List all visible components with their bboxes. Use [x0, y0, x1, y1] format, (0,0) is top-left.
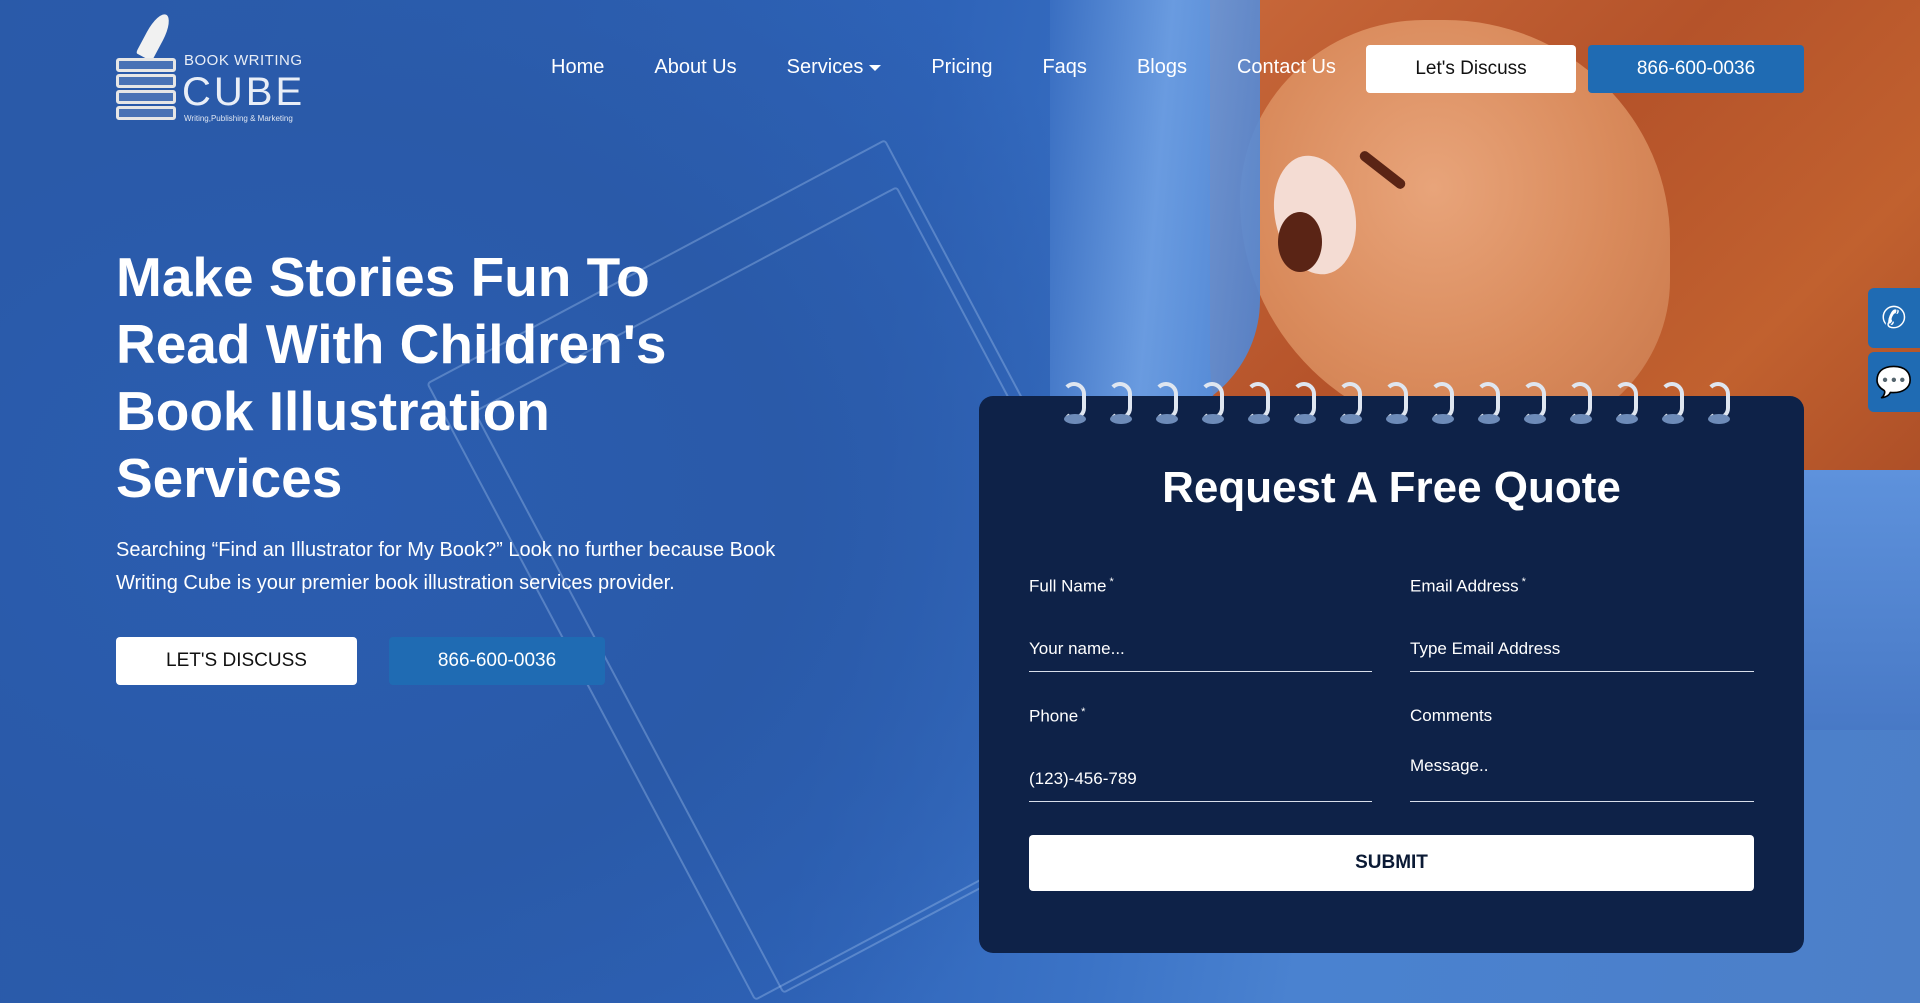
email-label: Email Address * [1410, 576, 1526, 597]
hero-phone-button[interactable]: 866-600-0036 [389, 637, 605, 685]
nav-services-label: Services [786, 56, 864, 78]
spiral-ring [1706, 382, 1730, 424]
brand-logo[interactable]: BOOK WRITING CUBE Writing,Publishing & M… [116, 10, 316, 130]
nav-about-us[interactable]: About Us [654, 56, 736, 79]
comments-input[interactable] [1410, 756, 1754, 802]
required-mark: * [1081, 706, 1086, 718]
spiral-ring [1246, 382, 1270, 424]
full-name-label: Full Name * [1029, 576, 1114, 597]
email-label-text: Email Address [1410, 576, 1519, 596]
header-discuss-button[interactable]: Let's Discuss [1366, 45, 1576, 93]
logo-main-text: CUBE [182, 70, 306, 114]
logo-tagline: Writing,Publishing & Marketing [184, 114, 293, 123]
chevron-down-icon [869, 64, 882, 71]
spiral-ring [1154, 382, 1178, 424]
required-mark: * [1109, 576, 1114, 588]
submit-button[interactable]: SUBMIT [1029, 835, 1754, 891]
required-mark: * [1521, 576, 1526, 588]
form-title: Request A Free Quote [1162, 463, 1621, 512]
illustration-pupil [1278, 212, 1322, 272]
hero-discuss-button[interactable]: LET'S DISCUSS [116, 637, 357, 685]
nav-services[interactable]: Services [787, 56, 882, 79]
spiral-ring [1292, 382, 1316, 424]
spiral-ring [1522, 382, 1546, 424]
spiral-ring [1200, 382, 1224, 424]
book-stack-icon [116, 52, 178, 122]
phone-label-text: Phone [1029, 706, 1079, 726]
comments-label: Comments [1410, 706, 1493, 725]
hero-description: Searching “Find an Illustrator for My Bo… [116, 539, 776, 594]
spiral-ring [1062, 382, 1086, 424]
site-header: BOOK WRITING CUBE Writing,Publishing & M… [0, 0, 1920, 130]
nav-home[interactable]: Home [551, 56, 604, 79]
header-phone-button[interactable]: 866-600-0036 [1588, 45, 1804, 93]
spiral-ring [1614, 382, 1638, 424]
full-name-input[interactable] [1029, 636, 1372, 672]
spiral-ring [1108, 382, 1132, 424]
nav-faqs[interactable]: Faqs [1042, 56, 1086, 79]
nav-contact-us[interactable]: Contact Us [1237, 56, 1336, 79]
full-name-label-text: Full Name [1029, 576, 1107, 596]
spiral-ring [1338, 382, 1362, 424]
spiral-ring [1430, 382, 1454, 424]
chat-icon[interactable]: 💬 [1868, 352, 1920, 412]
phone-input[interactable] [1029, 766, 1372, 802]
notebook-spiral [1062, 382, 1730, 424]
spiral-ring [1568, 382, 1592, 424]
spiral-ring [1384, 382, 1408, 424]
nav-blogs[interactable]: Blogs [1137, 56, 1187, 79]
logo-top-text: BOOK WRITING [184, 52, 303, 69]
side-contact-tabs: ✆ 💬 [1868, 288, 1920, 416]
main-nav: Home About Us Services Pricing Faqs Blog… [551, 56, 1386, 79]
phone-label: Phone * [1029, 706, 1085, 727]
spiral-ring [1660, 382, 1684, 424]
phone-icon[interactable]: ✆ [1868, 288, 1920, 348]
spiral-ring [1476, 382, 1500, 424]
nav-pricing[interactable]: Pricing [931, 56, 992, 79]
email-input[interactable] [1410, 636, 1754, 672]
hero-title: Make Stories Fun To Read With Children's… [116, 246, 667, 509]
